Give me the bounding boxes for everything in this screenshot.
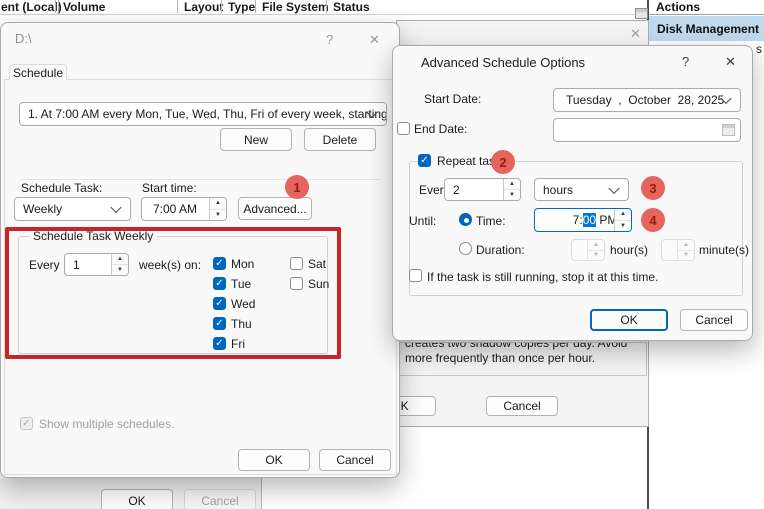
settings-close-icon[interactable]: ✕ (630, 27, 641, 41)
advanced-close-icon[interactable]: ✕ (725, 55, 736, 69)
schedule-cancel-button[interactable]: Cancel (319, 449, 391, 471)
schedule-task-label: Schedule Task: (21, 181, 102, 195)
new-button[interactable]: New (220, 128, 292, 151)
schedule-summary-value: 1. At 7:00 AM every Mon, Tue, Wed, Thu, … (20, 107, 386, 121)
tab-schedule[interactable]: Schedule (9, 64, 67, 80)
annotation-circle-4: 4 (641, 208, 665, 232)
advanced-ok-button[interactable]: OK (590, 309, 668, 331)
time-label: Time: (476, 214, 506, 228)
actions-item-label: Disk Management (649, 22, 759, 36)
stop-task-label: If the task is still running, stop it at… (427, 270, 658, 284)
actions-partial-text: s (756, 42, 762, 56)
time-radio[interactable] (459, 213, 472, 226)
duration-label: Duration: (476, 243, 525, 257)
duration-minutes-label: minute(s) (699, 243, 749, 257)
tab-schedule-label: Schedule (13, 66, 63, 80)
chevron-down-icon (608, 182, 619, 193)
spinner-arrows-icon[interactable]: ▲▼ (614, 209, 631, 231)
show-multiple-checkbox (20, 417, 33, 430)
end-date-label: End Date: (414, 122, 467, 136)
advanced-button[interactable]: Advanced... (238, 197, 312, 220)
delete-button[interactable]: Delete (304, 128, 376, 151)
duration-radio[interactable] (459, 242, 472, 255)
properties-cancel-button[interactable]: Cancel (184, 489, 256, 509)
column-header-filesystem[interactable]: File System (262, 0, 329, 14)
screen: ent (Local) Volume Layout Type File Syst… (0, 0, 764, 509)
start-date-value: Tuesday , October 28, 2025 (554, 93, 724, 107)
spinner-arrows-icon: ▲▼ (677, 240, 694, 260)
advanced-dialog-title: Advanced Schedule Options (421, 56, 585, 70)
end-date-checkbox[interactable] (397, 122, 410, 135)
schedule-close-icon[interactable]: ✕ (369, 33, 380, 47)
schedule-task-value: Weekly (15, 202, 62, 216)
end-date-field[interactable] (553, 118, 741, 142)
properties-window-bottom: OK Cancel (0, 478, 262, 509)
properties-ok-button[interactable]: OK (101, 489, 173, 509)
show-multiple-label: Show multiple schedules. (39, 417, 174, 431)
settings-cancel-button[interactable]: Cancel (486, 396, 558, 416)
duration-hours-spinner: ▲▼ (571, 239, 605, 261)
schedule-task-dropdown[interactable]: Weekly (14, 197, 131, 221)
start-time-label: Start time: (142, 181, 197, 195)
column-separator[interactable] (221, 0, 222, 13)
stop-task-checkbox[interactable] (409, 269, 422, 282)
column-separator[interactable] (255, 0, 256, 13)
column-header-layout[interactable]: Layout (184, 0, 223, 14)
settings-note-box: creates two shadow copies per day. Avoid… (399, 342, 647, 376)
duration-minutes-spinner: ▲▼ (661, 239, 695, 261)
settings-note-text: more frequently than once per hour. (400, 351, 646, 365)
actions-item-disk-management[interactable]: Disk Management (649, 16, 764, 41)
section-divider (21, 179, 381, 180)
repeat-every-value: 2 (445, 183, 460, 197)
spinner-arrows-icon[interactable]: ▲▼ (209, 198, 226, 220)
spinner-arrows-icon: ▲▼ (587, 240, 604, 260)
annotation-circle-1: 1 (285, 175, 309, 199)
advanced-dialog: Advanced Schedule Options ? ✕ Start Date… (392, 45, 753, 341)
column-separator[interactable] (326, 0, 327, 13)
repeat-unit-dropdown[interactable]: hours (534, 178, 629, 201)
actions-pane-title: Actions (656, 0, 700, 14)
schedule-ok-button[interactable]: OK (238, 449, 310, 471)
pane-splitter[interactable] (58, 0, 59, 13)
start-time-value: 7:00 AM (142, 202, 197, 216)
annotation-circle-2: 2 (491, 150, 515, 174)
mmc-column-header-row: ent (Local) Volume Layout Type File Syst… (0, 0, 648, 15)
start-date-label: Start Date: (424, 92, 481, 106)
repeat-every-spinner[interactable]: 2 ▲▼ (444, 178, 521, 201)
repeat-task-checkbox[interactable] (418, 154, 431, 167)
column-header-status[interactable]: Status (333, 0, 370, 14)
calendar-icon[interactable] (722, 124, 735, 136)
annotation-circle-3: 3 (641, 176, 665, 200)
window-gadget-icon[interactable] (635, 8, 648, 19)
duration-hours-label: hour(s) (610, 243, 648, 257)
column-separator[interactable] (177, 0, 178, 13)
settings-note-clipped: creates two shadow copies per day. Avoid (400, 342, 646, 350)
annotation-rectangle (5, 227, 341, 359)
actions-header-divider (649, 14, 764, 15)
chevron-down-icon (110, 202, 121, 213)
until-time-spinner[interactable]: 7:00 PM ▲▼ (534, 208, 632, 232)
column-header-type[interactable]: Type (228, 0, 255, 14)
until-label: Until: (409, 214, 436, 228)
column-header-volume[interactable]: Volume (63, 0, 105, 14)
schedule-help-icon[interactable]: ? (326, 33, 333, 47)
schedule-dialog-title: D:\ (15, 32, 32, 46)
console-tree-item[interactable]: ent (Local) (1, 0, 62, 14)
schedule-summary-dropdown[interactable]: 1. At 7:00 AM every Mon, Tue, Wed, Thu, … (19, 102, 387, 126)
advanced-help-icon[interactable]: ? (682, 55, 689, 69)
repeat-unit-value: hours (535, 183, 573, 197)
advanced-cancel-button[interactable]: Cancel (680, 309, 748, 331)
pane-splitter[interactable] (55, 0, 56, 13)
start-time-spinner[interactable]: 7:00 AM ▲▼ (141, 197, 227, 221)
start-date-dropdown[interactable]: Tuesday , October 28, 2025 (553, 88, 741, 112)
until-time-value: 7:00 PM (535, 208, 617, 232)
selected-minutes: 00 (583, 213, 596, 227)
spinner-arrows-icon[interactable]: ▲▼ (503, 179, 520, 200)
